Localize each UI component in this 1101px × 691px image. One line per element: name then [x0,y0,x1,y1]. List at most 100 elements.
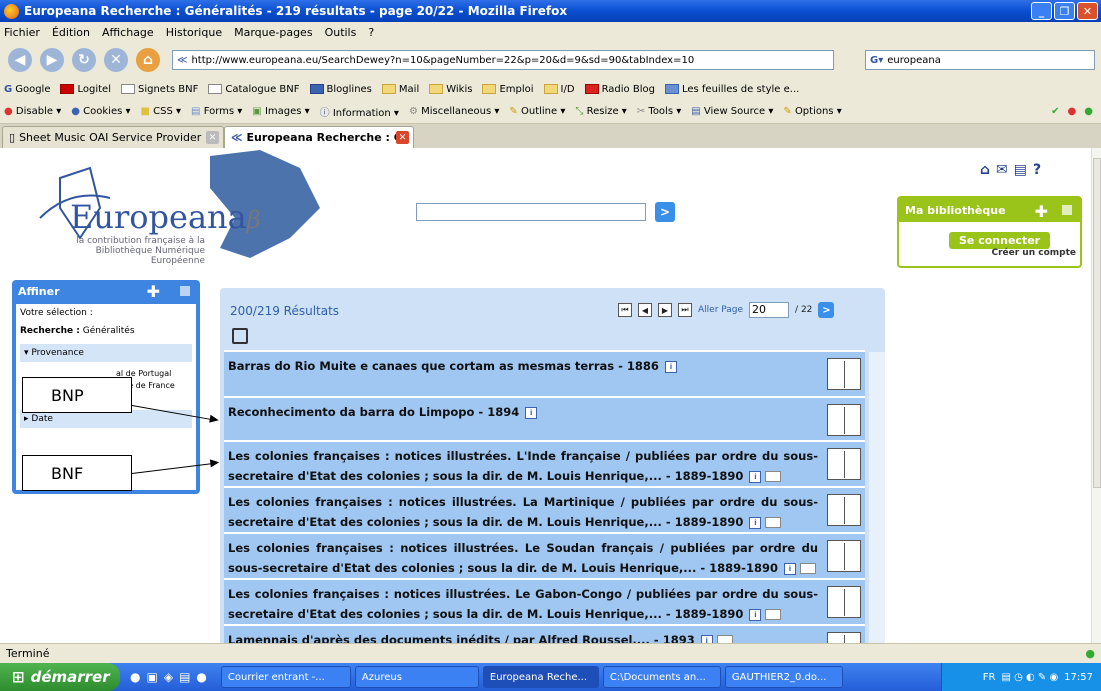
dev-cookies[interactable]: ● Cookies ▾ [71,106,130,117]
last-page-icon[interactable]: ⏭ [678,303,692,317]
quicklaunch-icon[interactable]: ◈ [164,670,173,684]
results-scrollbar[interactable] [869,352,885,643]
prev-page-icon[interactable]: ◀ [638,303,652,317]
first-page-icon[interactable]: ⏮ [618,303,632,317]
quicklaunch-icon[interactable]: ● [130,670,140,684]
stop-icon[interactable]: ✕ [104,48,128,72]
create-account-link[interactable]: Créer un compte [991,248,1076,258]
collapse-icon[interactable] [1062,205,1072,215]
notice-icon[interactable]: i [664,360,677,373]
close-tab-icon[interactable]: ✕ [206,131,219,144]
next-page-icon[interactable]: ▶ [658,303,672,317]
restore-button[interactable]: ❐ [1054,2,1075,20]
taskbar-item[interactable]: GAUTHIER2_0.do... [724,666,843,688]
bookmark-radio-blog[interactable]: Radio Blog [584,84,655,95]
page-number-input[interactable]: 20 [749,302,790,318]
europeana-logo[interactable]: Europeanaβ [70,198,261,236]
add-to-folder-icon[interactable] [799,563,816,574]
bookmark-id[interactable]: I/D [543,84,575,95]
book-icon[interactable] [827,540,861,572]
reload-icon[interactable]: ↻ [72,48,96,72]
url-field[interactable]: ≪ http://www.europeana.eu/SearchDewey?n=… [172,50,834,70]
book-icon[interactable] [827,358,861,390]
result-item[interactable]: Les colonies françaises : notices illust… [224,486,865,532]
result-item[interactable]: Les colonies françaises : notices illust… [224,440,865,486]
valid-check-icon[interactable]: ✔ [1051,106,1059,117]
notice-icon[interactable]: i [749,516,762,529]
result-item[interactable]: Barras do Rio Muite e canaes que cortam … [224,350,865,396]
notice-icon[interactable]: i [749,470,762,483]
add-to-folder-icon[interactable] [716,635,733,643]
result-title[interactable]: Reconhecimento da barra do Limpopo - 189… [228,402,818,422]
taskbar-item[interactable]: C:\Documents an... [602,666,721,688]
notice-icon[interactable]: i [525,406,538,419]
scrollbar-thumb[interactable] [1093,158,1101,488]
print-icon[interactable] [232,328,248,344]
minimize-button[interactable]: _ [1031,2,1052,20]
dev-images[interactable]: ▣ Images ▾ [252,106,309,117]
home-icon[interactable]: ⌂ [980,162,990,178]
quicklaunch-icon[interactable]: ▤ [179,670,190,684]
site-search-input[interactable] [416,203,646,221]
book-icon[interactable] [827,494,861,526]
dev-tools[interactable]: ✂ Tools ▾ [637,106,681,117]
result-item[interactable]: Reconhecimento da barra do Limpopo - 189… [224,396,865,440]
dev-disable[interactable]: ● Disable ▾ [4,106,61,117]
dev-forms[interactable]: ▤ Forms ▾ [191,106,242,117]
menu-outils[interactable]: Outils [325,26,357,39]
home-icon[interactable]: ⌂ [136,48,160,72]
menu-affichage[interactable]: Affichage [102,26,154,39]
page-scrollbar[interactable] [1091,148,1101,643]
menu-marque-pages[interactable]: Marque-pages [234,26,312,39]
bookmark-logitel[interactable]: Logitel [60,84,111,95]
result-title[interactable]: Les colonies françaises : notices illust… [228,584,818,624]
notice-icon[interactable]: i [783,562,796,575]
search-engine-field[interactable]: G▾ europeana [865,50,1095,70]
quicklaunch-icon[interactable]: ▣ [146,670,157,684]
provenance-section[interactable]: ▾ Provenance [20,344,192,362]
bookmark-mail[interactable]: Mail [381,84,419,95]
bookmark-feuilles-style[interactable]: Les feuilles de style e... [664,84,799,95]
expand-plus-icon[interactable]: ✚ [147,282,160,301]
back-icon[interactable]: ◀ [8,48,32,72]
bookmark-google[interactable]: G Google [4,84,50,95]
help-icon[interactable]: ? [1033,162,1041,178]
bookmark-catalogue-bnf[interactable]: Catalogue BNF [208,84,300,95]
result-title[interactable]: Barras do Rio Muite e canaes que cortam … [228,356,818,376]
menu-fichier[interactable]: Fichier [4,26,40,39]
book-icon[interactable] [827,586,861,618]
close-button[interactable]: ✕ [1077,2,1098,20]
goto-page-button[interactable]: > [818,302,835,318]
dev-outline[interactable]: ✎ Outline ▾ [509,106,565,117]
dev-view-source[interactable]: ▤ View Source ▾ [691,106,773,117]
menu-edition[interactable]: Édition [52,26,90,39]
site-search-button[interactable]: > [655,202,675,222]
menu-historique[interactable]: Historique [166,26,222,39]
taskbar-item[interactable]: Courrier entrant -... [220,666,351,688]
language-indicator[interactable]: FR [983,672,996,683]
tab-europeana[interactable]: ≪ Europeana Recherche : Généralit... ✕ [224,126,414,148]
bookmark-signets-bnf[interactable]: Signets BNF [120,84,198,95]
dev-resize[interactable]: ⤡ Resize ▾ [575,106,626,117]
document-icon[interactable]: ▤ [1014,162,1027,178]
book-icon[interactable] [827,404,861,436]
dev-options[interactable]: ✎ Options ▾ [783,106,841,117]
taskbar-item-active[interactable]: Europeana Reche... [482,666,599,688]
dev-miscellaneous[interactable]: ⚙ Miscellaneous ▾ [409,106,499,117]
collapse-icon[interactable] [180,286,190,296]
add-to-folder-icon[interactable] [765,471,782,482]
menu-help[interactable]: ? [368,26,374,39]
result-item[interactable]: Lamennais d'après des documents inédits … [224,624,865,643]
notice-icon[interactable]: i [749,608,762,621]
result-title[interactable]: Les colonies françaises : notices illust… [228,538,818,578]
ok-icon[interactable]: ● [1084,106,1093,117]
dev-information[interactable]: ⓘ Information ▾ [320,104,399,119]
result-title[interactable]: Lamennais d'après des documents inédits … [228,630,818,643]
result-item[interactable]: Les colonies françaises : notices illust… [224,532,865,578]
add-to-folder-icon[interactable] [765,609,782,620]
result-title[interactable]: Les colonies françaises : notices illust… [228,446,818,486]
result-title[interactable]: Les colonies françaises : notices illust… [228,492,818,532]
book-icon[interactable] [827,632,861,643]
expand-plus-icon[interactable]: ✚ [1035,202,1048,221]
bookmark-bloglines[interactable]: Bloglines [309,84,372,95]
